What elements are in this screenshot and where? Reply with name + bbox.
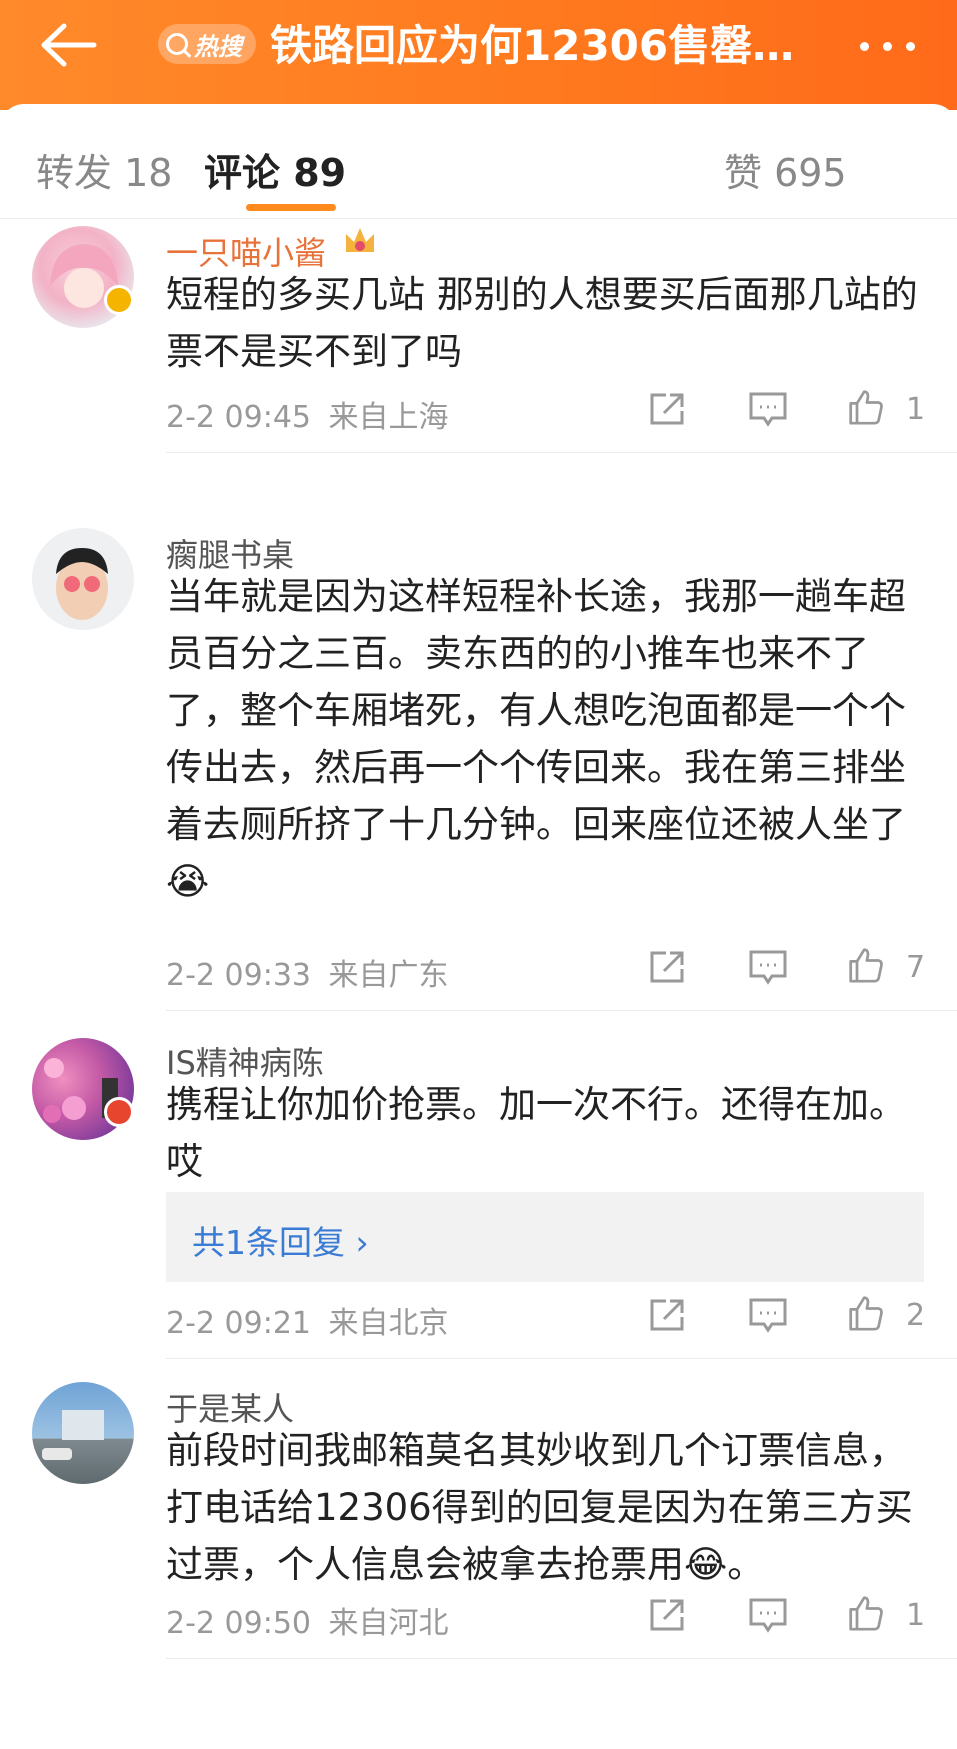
comment-time: 2-2 09:21 [166,1306,311,1341]
share-icon[interactable] [648,1297,688,1333]
divider [166,1658,957,1659]
verified-badge-icon [104,1097,134,1127]
reply-summary-box[interactable]: 共1条回复 › [166,1192,924,1282]
like-count: 1 [906,1598,926,1633]
avatar[interactable] [32,528,134,630]
comment-meta: 2-2 09:45 来自上海 [166,392,449,436]
comment-meta: 2-2 09:50 来自河北 [166,1598,449,1642]
comment-location: 来自北京 [328,1306,449,1341]
tab-repost[interactable]: 转发 18 [36,142,172,197]
like-count: 2 [906,1298,926,1333]
comment-sheet: 转发 18 评论 89 赞 695 一只喵小酱 短程的多买几站 那别的人想要买后… [0,104,957,1749]
comment-icon[interactable] [748,1297,788,1333]
comment-icon[interactable] [748,391,788,427]
active-tab-indicator [246,204,336,211]
comment-text: 短程的多买几站 那别的人想要买后面那几站的票不是买不到了吗 [166,273,918,373]
comment-location: 来自河北 [328,1606,449,1641]
like-count: 1 [906,392,926,427]
like-icon[interactable] [846,1295,886,1331]
like-count: 7 [906,950,926,985]
comment-meta: 2-2 09:21 来自北京 [166,1298,449,1342]
search-icon [166,33,188,55]
page-title: 铁路回应为何12306售罄… [270,21,795,70]
comment-icon[interactable] [748,949,788,985]
avatar[interactable] [32,1382,134,1484]
comment-time: 2-2 09:50 [166,1606,311,1641]
comment-text: 前段时间我邮箱莫名其妙收到几个订票信息，打电话给12306得到的回复是因为在第三… [166,1429,913,1586]
more-dots-icon[interactable] [860,42,915,51]
tab-bar: 转发 18 评论 89 赞 695 [0,104,957,219]
comment-text: 当年就是因为这样短程补长途，我那一趟车超员百分之三百。卖东西的的小推车也来不了了… [166,575,906,903]
divider [166,1010,957,1011]
hot-search-badge[interactable]: 热搜 [158,24,256,64]
tab-comments[interactable]: 评论 89 [204,142,346,197]
hot-search-label: 热搜 [194,32,242,61]
reply-summary-link[interactable]: 共1条回复 › [192,1216,369,1264]
divider [166,452,957,453]
back-arrow-icon[interactable] [38,22,98,68]
like-icon[interactable] [846,389,886,425]
share-icon[interactable] [648,949,688,985]
comment-icon[interactable] [748,1597,788,1633]
verified-badge-icon [104,285,134,315]
comment-location: 来自广东 [328,958,449,993]
tab-likes[interactable]: 赞 695 [724,142,847,197]
comment-time: 2-2 09:33 [166,958,311,993]
top-bar: 热搜 铁路回应为何12306售罄… [0,0,957,110]
share-icon[interactable] [648,391,688,427]
divider [166,1358,957,1359]
comment-time: 2-2 09:45 [166,400,311,435]
like-icon[interactable] [846,947,886,983]
share-icon[interactable] [648,1597,688,1633]
comment-location: 来自上海 [328,400,449,435]
crown-icon [346,228,374,252]
comment-meta: 2-2 09:33 来自广东 [166,950,449,994]
comment-text: 携程让你加价抢票。加一次不行。还得在加。哎 [166,1083,906,1183]
like-icon[interactable] [846,1595,886,1631]
